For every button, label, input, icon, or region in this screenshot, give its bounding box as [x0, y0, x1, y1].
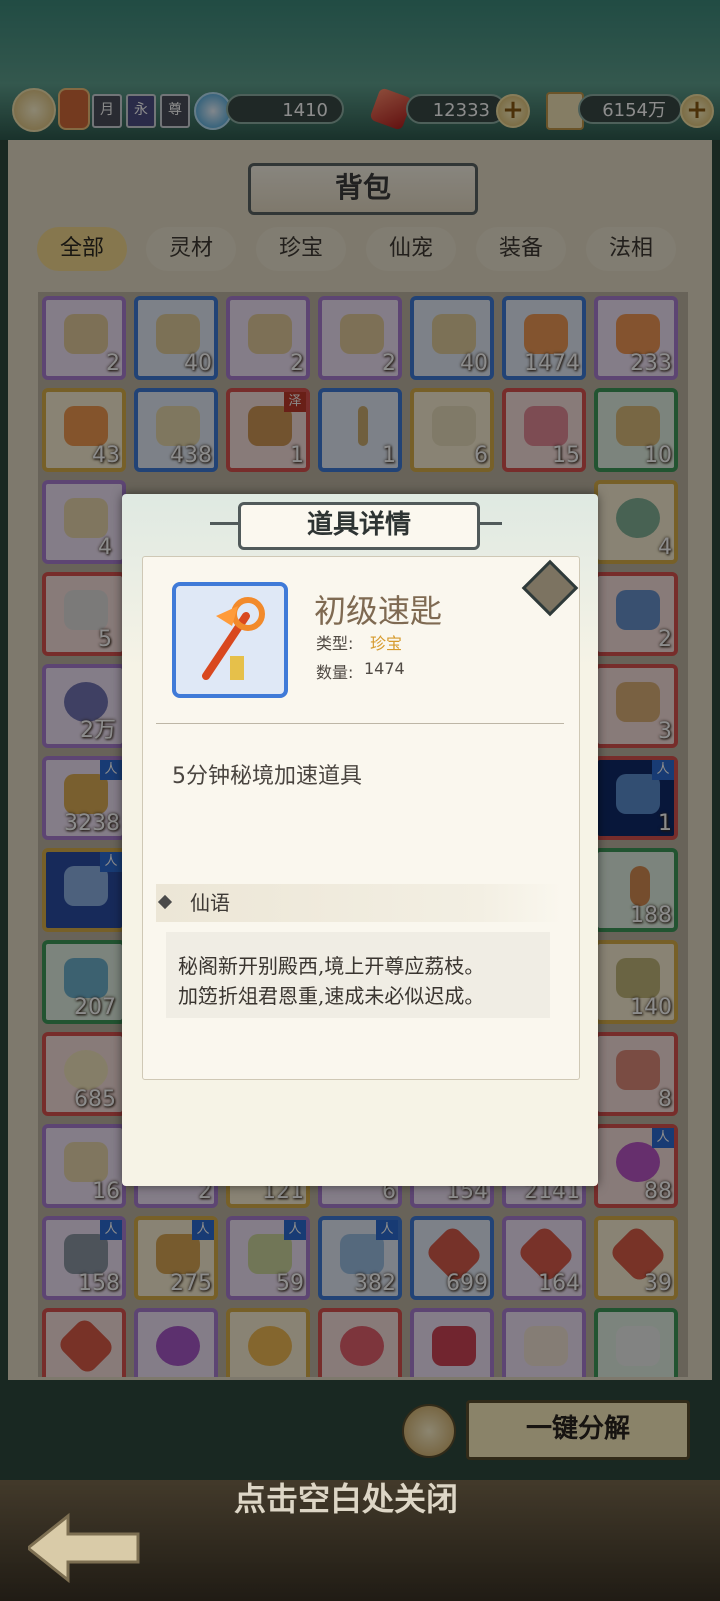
- lore-line-1: 秘阁新开别殿西,境上开尊应荔枝。: [178, 954, 485, 978]
- tap-to-close-hint: 点击空白处关闭: [234, 1480, 459, 1518]
- item-type-value: 珍宝: [370, 634, 403, 653]
- lore-line-2: 加笾折俎君恩重,速成未必似迟成。: [178, 984, 485, 1008]
- item-quantity-label: 数量:: [316, 663, 354, 682]
- title-ornament-left: [210, 522, 238, 525]
- item-type-label: 类型:: [316, 634, 354, 653]
- item-name: 初级速匙: [314, 592, 443, 630]
- lore-header: 仙语: [156, 884, 562, 922]
- item-quantity-value: 1474: [364, 659, 405, 678]
- item-description: 5分钟秘境加速道具: [172, 764, 362, 789]
- dialog-title: 道具详情: [238, 502, 480, 550]
- back-arrow-icon[interactable]: [25, 1508, 156, 1588]
- speed-key-icon: [172, 582, 288, 698]
- lore-title: 仙语: [190, 891, 230, 915]
- divider: [156, 723, 564, 724]
